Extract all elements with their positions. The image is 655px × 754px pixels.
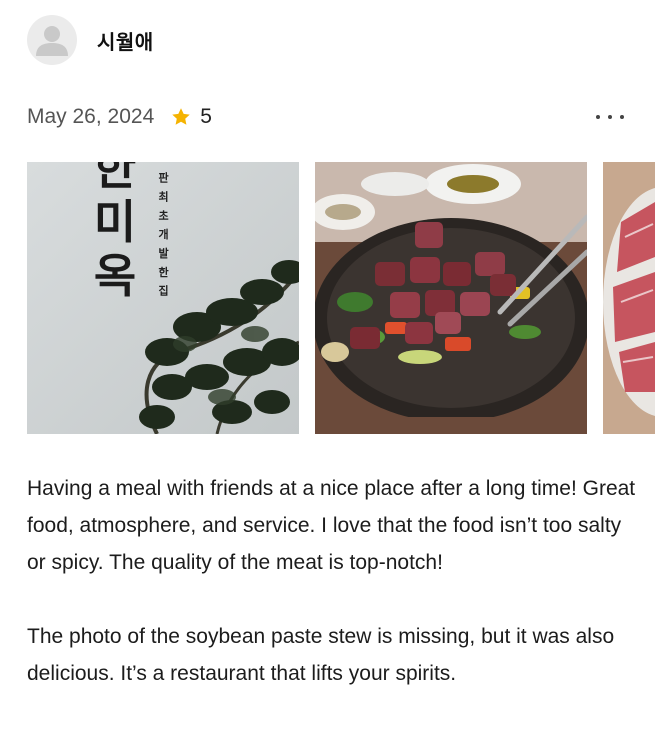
star-icon <box>172 108 190 125</box>
more-horizontal-icon <box>596 115 600 119</box>
photo-gallery[interactable]: 한 미 옥 판 최 초 개 발 한 집 <box>27 162 655 434</box>
review-header: 시월애 <box>27 14 154 66</box>
review-photo-2[interactable] <box>315 162 587 434</box>
review-date: May 26, 2024 <box>27 105 155 128</box>
review-meta: May 26, 2024 5 <box>27 103 212 131</box>
review-paragraph-1: Having a meal with friends at a nice pla… <box>27 477 636 574</box>
avatar[interactable] <box>27 15 77 65</box>
person-icon <box>36 26 68 56</box>
sign-char-2: 미 <box>94 195 136 249</box>
sign-char-1: 한 <box>94 162 136 195</box>
review-paragraph-2: The photo of the soybean paste stew is m… <box>27 625 615 685</box>
username[interactable]: 시월애 <box>97 26 154 55</box>
sign-subtitle: 판 최 초 개 발 한 집 <box>157 171 170 298</box>
rating-value: 5 <box>200 105 212 128</box>
review-photo-1[interactable]: 한 미 옥 판 최 초 개 발 한 집 <box>27 162 299 434</box>
more-options-button[interactable] <box>596 106 624 128</box>
review-photo-3[interactable] <box>603 162 655 434</box>
review-body: Having a meal with friends at a nice pla… <box>27 470 637 692</box>
sign-char-3: 옥 <box>94 249 136 303</box>
